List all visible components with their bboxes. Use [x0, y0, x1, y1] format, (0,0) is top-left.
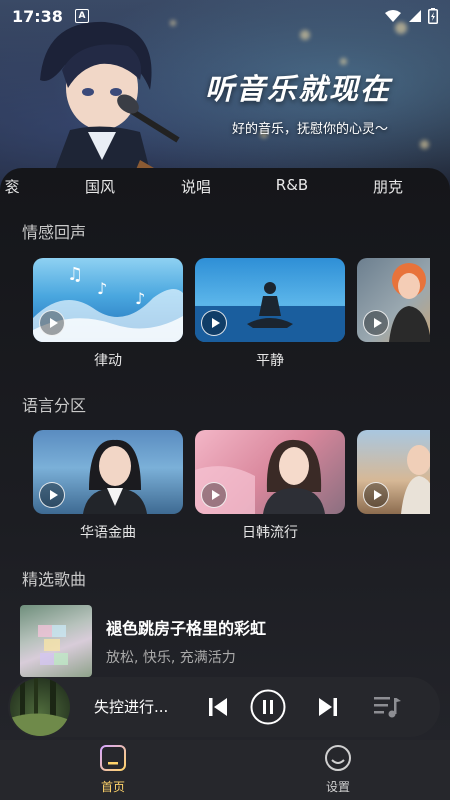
- play-icon[interactable]: [39, 310, 65, 336]
- banner-title: 听音乐就现在: [205, 72, 392, 106]
- genre-tabs[interactable]: 衮 国风 说唱 R&B 朋克: [0, 176, 450, 206]
- language-card-jk[interactable]: 日韩流行: [195, 430, 345, 541]
- song-title: 褪色跳房子格里的彩虹: [106, 619, 267, 638]
- battery-icon: [428, 8, 438, 24]
- home-icon: [100, 745, 126, 771]
- player-cover[interactable]: [10, 678, 70, 736]
- language-card-chinese[interactable]: 华语金曲: [33, 430, 183, 541]
- svg-text:♫: ♫: [67, 264, 83, 285]
- player-track-title: 失控进行...: [94, 698, 169, 716]
- card-image: [357, 258, 430, 342]
- card-image: ♫ ♪ ♪: [33, 258, 183, 342]
- status-time: 17:38: [12, 6, 63, 26]
- language-card-western[interactable]: 欧美: [357, 430, 430, 514]
- status-icons: [384, 8, 438, 24]
- genre-tab[interactable]: 朋克: [373, 176, 403, 197]
- play-icon[interactable]: [363, 310, 389, 336]
- nav-settings-label: 设置: [325, 780, 350, 794]
- nav-home[interactable]: 首页: [83, 744, 143, 795]
- pause-icon[interactable]: [250, 689, 286, 725]
- genre-tab[interactable]: 衮: [4, 176, 19, 197]
- settings-icon: [325, 745, 351, 771]
- play-icon[interactable]: [363, 482, 389, 508]
- section-title-featured: 精选歌曲: [22, 570, 87, 589]
- signal-icon: [409, 10, 421, 22]
- section-title-language: 语言分区: [22, 396, 87, 415]
- card-image: [195, 430, 345, 514]
- emotion-card-rhythm[interactable]: ♫ ♪ ♪ 律动: [33, 258, 183, 369]
- banner-subtitle: 好的音乐，抚慰你的心灵～: [232, 122, 389, 137]
- status-bar: 17:38 A: [0, 0, 450, 32]
- genre-tab[interactable]: 说唱: [181, 176, 211, 197]
- card-image: [33, 430, 183, 514]
- featured-song-row[interactable]: 褪色跳房子格里的彩虹 放松, 快乐, 充满活力: [20, 605, 430, 677]
- mini-player[interactable]: 失控进行...: [8, 677, 440, 737]
- hopscotch-illustration: [38, 625, 68, 665]
- emotion-card-calm[interactable]: 平静: [195, 258, 345, 369]
- card-label: 律动: [94, 353, 122, 369]
- card-image: [195, 258, 345, 342]
- genre-tab[interactable]: 国风: [85, 176, 115, 197]
- previous-icon[interactable]: [200, 689, 236, 725]
- play-icon[interactable]: [39, 482, 65, 508]
- card-image: [357, 430, 430, 514]
- notification-badge: A: [74, 9, 89, 23]
- forest-illustration: [10, 678, 70, 736]
- genre-tab[interactable]: R&B: [276, 176, 308, 194]
- play-icon[interactable]: [201, 482, 227, 508]
- nav-settings[interactable]: 设置: [308, 744, 368, 795]
- song-cover: [20, 605, 92, 677]
- play-icon[interactable]: [201, 310, 227, 336]
- svg-text:♪: ♪: [97, 279, 107, 298]
- next-icon[interactable]: [310, 689, 346, 725]
- card-label: 日韩流行: [242, 525, 298, 541]
- emotion-card-lively[interactable]: 活: [357, 258, 430, 342]
- card-label: 华语金曲: [80, 525, 136, 541]
- song-tags: 放松, 快乐, 充满活力: [106, 650, 236, 666]
- nav-home-label: 首页: [100, 780, 125, 794]
- card-label: 平静: [256, 353, 284, 369]
- bottom-nav: 首页 设置: [0, 740, 450, 800]
- section-title-emotion: 情感回声: [22, 223, 87, 242]
- wifi-icon: [385, 10, 401, 22]
- playlist-icon[interactable]: [370, 689, 406, 725]
- svg-text:♪: ♪: [135, 289, 145, 308]
